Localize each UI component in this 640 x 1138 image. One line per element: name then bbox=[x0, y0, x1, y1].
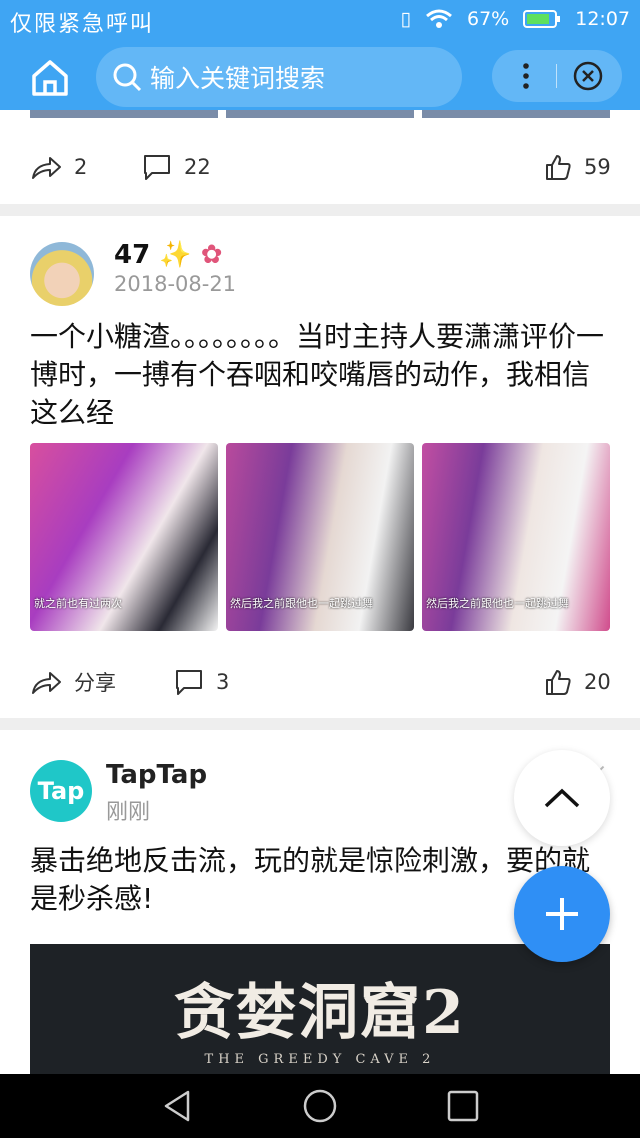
battery-text: 67% bbox=[467, 8, 510, 30]
prev-post-image[interactable] bbox=[422, 110, 610, 118]
share-icon bbox=[32, 157, 61, 179]
ad-author-name[interactable]: TapTap bbox=[106, 760, 207, 790]
comment-button[interactable]: 22 bbox=[142, 137, 211, 197]
banner-title: 贪婪洞窟2 bbox=[174, 978, 466, 1048]
post-image[interactable]: 然后我之前跟他也一起跳过舞 bbox=[226, 443, 414, 631]
chevron-up-icon bbox=[544, 788, 580, 808]
search-input[interactable]: 输入关键词搜索 bbox=[96, 47, 462, 107]
home-button[interactable] bbox=[28, 56, 72, 98]
add-post-button[interactable] bbox=[514, 866, 610, 962]
clock-text: 12:07 bbox=[575, 8, 630, 30]
like-count: 20 bbox=[584, 670, 611, 694]
author-name-text: 47 bbox=[114, 240, 151, 270]
home-icon bbox=[32, 60, 68, 96]
banner-subtitle: THE GREEDY CAVE 2 bbox=[204, 1052, 436, 1067]
status-bar: 仅限紧急呼叫 ▯ 67% 12:07 bbox=[0, 0, 640, 44]
battery-icon bbox=[523, 10, 561, 28]
image-caption: 然后我之前跟他也一起跳过舞 bbox=[230, 597, 373, 610]
image-caption: 然后我之前跟他也一起跳过舞 bbox=[426, 597, 569, 610]
post-action-row: 分享 3 20 bbox=[0, 652, 640, 712]
like-button[interactable]: 59 bbox=[544, 137, 611, 197]
capsule-menu bbox=[492, 50, 622, 102]
wifi-icon bbox=[426, 9, 452, 28]
app-header: 输入关键词搜索 bbox=[0, 44, 640, 110]
author-name[interactable]: 47 ✨ ✿ bbox=[114, 240, 222, 270]
post-action-row: 2 22 59 bbox=[0, 137, 640, 197]
post-image[interactable]: 就之前也有过两次 bbox=[30, 443, 218, 631]
taptap-logo[interactable]: Tap bbox=[30, 760, 92, 822]
share-button[interactable]: 分享 bbox=[30, 652, 116, 712]
avatar[interactable] bbox=[30, 242, 94, 306]
thumbs-up-icon bbox=[546, 155, 571, 180]
home-circle-icon[interactable] bbox=[302, 1088, 338, 1124]
prev-post-image[interactable] bbox=[30, 110, 218, 118]
like-button[interactable]: 20 bbox=[544, 652, 611, 712]
post-date: 2018-08-21 bbox=[114, 272, 237, 296]
sparkle-icon: ✨ bbox=[159, 240, 192, 270]
system-nav-bar bbox=[0, 1074, 640, 1138]
ad-time: 刚刚 bbox=[106, 800, 151, 825]
thumbs-up-icon bbox=[546, 670, 571, 695]
comment-icon bbox=[176, 670, 202, 695]
post-text[interactable]: 一个小糖渣。。。。。。。。当时主持人要潇潇评价一博时，一搏有个吞咽和咬嘴唇的动作… bbox=[30, 318, 610, 432]
share-count: 2 bbox=[74, 155, 88, 179]
scroll-top-button[interactable] bbox=[514, 750, 610, 846]
plus-icon bbox=[546, 898, 578, 930]
back-icon[interactable] bbox=[160, 1088, 196, 1124]
prev-post-image[interactable] bbox=[226, 110, 414, 118]
status-icons: ▯ 67% 12:07 bbox=[401, 8, 630, 30]
comment-count: 22 bbox=[184, 155, 211, 179]
recents-icon[interactable] bbox=[446, 1088, 480, 1124]
ad-banner[interactable]: 贪婪洞窟2 THE GREEDY CAVE 2 bbox=[30, 944, 610, 1074]
carrier-text: 仅限紧急呼叫 bbox=[10, 12, 155, 37]
image-caption: 就之前也有过两次 bbox=[34, 597, 122, 610]
comment-icon bbox=[144, 155, 170, 180]
vibrate-icon: ▯ bbox=[400, 8, 411, 30]
ad-text[interactable]: 暴击绝地反击流，玩的就是惊险刺激，要的就是秒杀感! bbox=[30, 842, 590, 918]
share-icon bbox=[32, 672, 61, 694]
comment-count: 3 bbox=[216, 670, 230, 694]
post-image[interactable]: 然后我之前跟他也一起跳过舞 bbox=[422, 443, 610, 631]
more-icon[interactable] bbox=[516, 60, 536, 92]
comment-button[interactable]: 3 bbox=[174, 652, 229, 712]
search-placeholder: 输入关键词搜索 bbox=[150, 64, 326, 93]
pill-divider bbox=[556, 64, 557, 88]
like-count: 59 bbox=[584, 155, 611, 179]
close-icon[interactable] bbox=[572, 60, 604, 92]
search-icon bbox=[113, 63, 142, 92]
post-separator bbox=[0, 718, 640, 730]
post-separator bbox=[0, 204, 640, 216]
share-label: 分享 bbox=[74, 671, 116, 695]
share-button[interactable]: 2 bbox=[30, 137, 87, 197]
flower-icon: ✿ bbox=[200, 240, 223, 270]
